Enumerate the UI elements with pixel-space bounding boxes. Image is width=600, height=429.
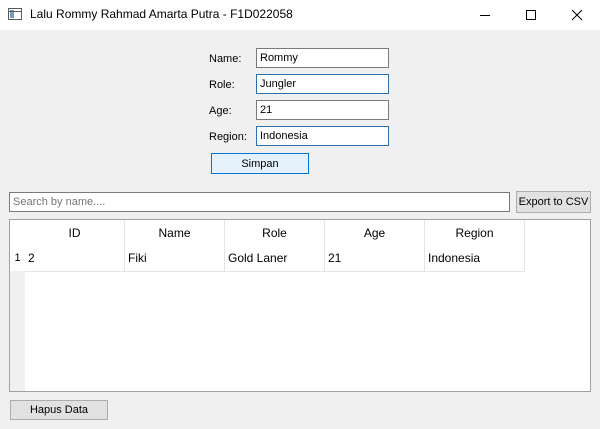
row-number[interactable]: 1 xyxy=(10,245,25,271)
title-bar[interactable]: Lalu Rommy Rahmad Amarta Putra - F1D0220… xyxy=(0,0,600,30)
column-header-region[interactable]: Region xyxy=(425,220,525,245)
table-cell-role[interactable]: Gold Laner xyxy=(225,245,325,272)
maximize-button[interactable] xyxy=(508,0,554,30)
column-header-age[interactable]: Age xyxy=(325,220,425,245)
minimize-icon xyxy=(480,15,490,16)
table-corner-button[interactable] xyxy=(10,220,25,245)
minimize-button[interactable] xyxy=(462,0,508,30)
app-window-icon xyxy=(8,8,22,20)
table-cell-id[interactable]: 2 xyxy=(25,245,125,272)
window-title: Lalu Rommy Rahmad Amarta Putra - F1D0220… xyxy=(30,7,293,21)
column-header-id[interactable]: ID xyxy=(25,220,125,245)
region-label: Region: xyxy=(209,131,247,143)
role-label: Role: xyxy=(209,79,235,91)
close-button[interactable] xyxy=(554,0,600,30)
table-cell-name[interactable]: Fiki xyxy=(125,245,225,272)
maximize-icon xyxy=(526,10,536,20)
table-cell-age[interactable]: 21 xyxy=(325,245,425,272)
region-input[interactable]: Indonesia xyxy=(256,126,389,146)
delete-data-button[interactable]: Hapus Data xyxy=(10,400,108,420)
export-csv-button[interactable]: Export to CSV xyxy=(516,191,591,213)
save-button[interactable]: Simpan xyxy=(211,153,309,174)
age-label: Age: xyxy=(209,105,232,117)
close-icon xyxy=(571,9,583,21)
column-header-role[interactable]: Role xyxy=(225,220,325,245)
role-input[interactable]: Jungler xyxy=(256,74,389,94)
data-table[interactable]: ID Name Role Age Region 1 2 Fiki Gold La… xyxy=(9,219,591,392)
search-input[interactable] xyxy=(9,192,510,212)
age-input[interactable]: 21 xyxy=(256,100,389,120)
column-header-name[interactable]: Name xyxy=(125,220,225,245)
table-cell-region[interactable]: Indonesia xyxy=(425,245,525,272)
name-input[interactable]: Rommy xyxy=(256,48,389,68)
name-label: Name: xyxy=(209,53,242,65)
